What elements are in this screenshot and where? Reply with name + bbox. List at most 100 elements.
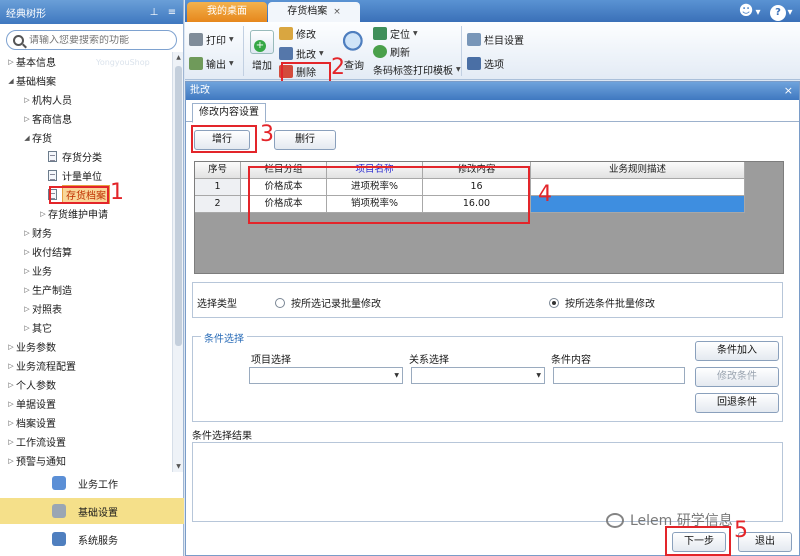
dropdown-icon[interactable]: ▾: [754, 5, 762, 21]
expand-icon[interactable]: ▷: [6, 362, 16, 370]
tree-item-label: 存货分类: [62, 153, 102, 164]
tree-item[interactable]: ▷ 客商信息: [0, 109, 172, 128]
tree-item[interactable]: ▷ 机构人员: [0, 90, 172, 109]
undo-condition-button[interactable]: 回退条件: [695, 393, 779, 413]
scroll-thumb[interactable]: [175, 66, 182, 346]
function-search-box[interactable]: [6, 30, 177, 50]
expand-icon[interactable]: ▷: [22, 305, 32, 313]
grid-cell[interactable]: [531, 179, 745, 196]
expand-icon[interactable]: ▷: [22, 248, 32, 256]
locate-button[interactable]: 定位 ▼: [373, 24, 418, 42]
chevron-down-icon: ▼: [229, 59, 234, 67]
options-button[interactable]: 选项: [467, 54, 504, 72]
grid-cell-selected[interactable]: [531, 196, 745, 213]
tree-item[interactable]: ▷ 业务流程配置: [0, 356, 172, 375]
expand-icon[interactable]: ▷: [6, 438, 16, 446]
tree-item[interactable]: ▷ 业务参数: [0, 337, 172, 356]
expand-icon[interactable]: ▷: [6, 343, 16, 351]
relation-select-label: 关系选择: [409, 355, 449, 366]
tree-item[interactable]: ▷ 收付结算: [0, 242, 172, 261]
column-header[interactable]: 业务规则描述: [531, 162, 745, 179]
tree-item[interactable]: ▷ 其它: [0, 318, 172, 337]
tree-item[interactable]: ▷ 业务: [0, 261, 172, 280]
add-condition-button[interactable]: 条件加入: [695, 341, 779, 361]
bottom-nav-item[interactable]: 业务工作: [0, 470, 184, 496]
column-header[interactable]: 序号: [195, 162, 241, 179]
tree-item[interactable]: ▷ 工作流设置: [0, 432, 172, 451]
expand-icon[interactable]: ▷: [22, 96, 32, 104]
expand-icon[interactable]: ▷: [22, 229, 32, 237]
close-icon[interactable]: ×: [333, 7, 341, 17]
batch-modify-button[interactable]: 批改 ▼: [279, 44, 324, 62]
annotation-box-4: [248, 166, 530, 224]
close-icon[interactable]: ×: [784, 82, 793, 100]
condition-content-label: 条件内容: [551, 355, 591, 366]
barcode-template-button[interactable]: 条码标签打印模板 ▼: [373, 60, 461, 78]
expand-icon[interactable]: ▷: [6, 419, 16, 427]
relation-select-combo[interactable]: ▼: [411, 367, 545, 384]
tree-item[interactable]: ◢ 基础档案: [0, 71, 172, 90]
tree-item[interactable]: ▷ 对照表: [0, 299, 172, 318]
document-tabbar: 我的桌面 存货档案 × ☻ ▾? ▾: [185, 0, 800, 22]
tab-label: 修改内容设置: [199, 107, 259, 118]
add-button[interactable]: + 增加: [249, 30, 275, 72]
tab-inventory-archive[interactable]: 存货档案 ×: [268, 2, 360, 22]
bottom-nav-item[interactable]: 系统服务: [0, 526, 184, 552]
radio-by-condition[interactable]: 按所选条件批量修改: [549, 295, 655, 310]
tree-item[interactable]: ▷ 档案设置: [0, 413, 172, 432]
expand-icon[interactable]: ▷: [6, 381, 16, 389]
tab-modify-content-settings[interactable]: 修改内容设置: [192, 103, 266, 123]
tab-my-desktop[interactable]: 我的桌面: [187, 2, 267, 22]
bottom-nav-item[interactable]: 基础设置: [0, 498, 184, 524]
tree-item[interactable]: 存货分类: [0, 147, 172, 166]
tree-item[interactable]: ◢ 存货: [0, 128, 172, 147]
query-button[interactable]: 查询: [341, 30, 367, 72]
tree-item[interactable]: ▷ 预警与通知: [0, 451, 172, 470]
expand-icon[interactable]: ▷: [22, 286, 32, 294]
expand-icon[interactable]: ▷: [6, 457, 16, 465]
refresh-button[interactable]: 刷新: [373, 42, 410, 60]
tree-item[interactable]: ▷ 存货维护申请: [0, 204, 172, 223]
tree-item[interactable]: ▷ 财务: [0, 223, 172, 242]
document-icon: [48, 151, 57, 162]
module-icon: [52, 476, 66, 490]
dialog-title: 批改: [190, 85, 210, 96]
expand-icon[interactable]: ▷: [22, 267, 32, 275]
collapse-icon[interactable]: ◢: [22, 134, 32, 142]
dropdown-icon[interactable]: ▾: [786, 5, 794, 21]
expand-icon[interactable]: ▷: [38, 210, 48, 218]
modify-condition-button[interactable]: 修改条件: [695, 367, 779, 387]
tree-item[interactable]: ▷ 单据设置: [0, 394, 172, 413]
menu-icon[interactable]: ≡: [165, 7, 179, 18]
expand-icon[interactable]: ▷: [22, 324, 32, 332]
sidebar-header: 经典树形 ⊥ ≡: [0, 0, 183, 24]
chevron-down-icon: ▼: [413, 29, 418, 37]
tree-scrollbar[interactable]: ▲ ▼: [172, 52, 183, 472]
expand-icon[interactable]: ▷: [6, 58, 16, 66]
help-icon[interactable]: ?: [770, 5, 786, 21]
ribbon-divider: [461, 26, 462, 76]
export-button[interactable]: 输出 ▼: [189, 54, 234, 72]
modify-button[interactable]: 修改: [279, 24, 316, 42]
expand-icon[interactable]: ▷: [6, 400, 16, 408]
tree-item[interactable]: 计量单位: [0, 166, 172, 185]
condition-result-label: 条件选择结果: [192, 431, 252, 442]
tree-item[interactable]: ▷ 个人参数: [0, 375, 172, 394]
expand-icon[interactable]: ▷: [22, 115, 32, 123]
print-button[interactable]: 打印 ▼: [189, 30, 234, 48]
pin-icon[interactable]: ⊥: [147, 7, 161, 18]
tree-item[interactable]: ▷ 生产制造: [0, 280, 172, 299]
button-label: 查询: [344, 61, 364, 72]
item-select-combo[interactable]: ▼: [249, 367, 403, 384]
column-settings-button[interactable]: 栏目设置: [467, 30, 524, 48]
radio-by-selected-records[interactable]: 按所选记录批量修改: [275, 295, 381, 310]
annotation-1: 1: [110, 180, 124, 205]
collapse-icon[interactable]: ◢: [6, 77, 16, 85]
condition-content-input[interactable]: [553, 367, 685, 384]
user-icon[interactable]: ☻: [738, 3, 754, 19]
tree-item[interactable]: ▷ 基本信息: [0, 52, 172, 71]
delete-row-button[interactable]: 删行: [274, 130, 336, 150]
function-search-input[interactable]: [29, 34, 169, 46]
scroll-up-icon[interactable]: ▲: [173, 52, 184, 63]
button-label: 修改: [296, 29, 316, 41]
